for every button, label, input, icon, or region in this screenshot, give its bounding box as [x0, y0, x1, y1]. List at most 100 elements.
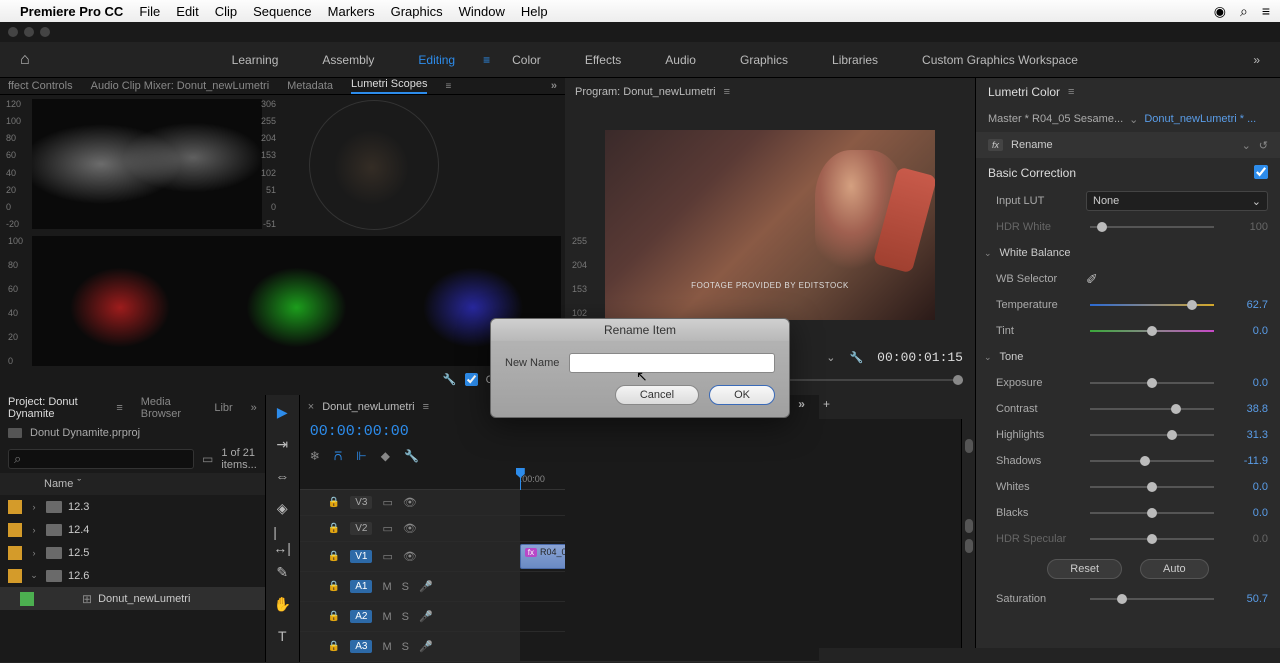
bin-row[interactable]: ›12.4	[0, 518, 265, 541]
menu-sequence[interactable]: Sequence	[253, 4, 312, 19]
workspace-editing[interactable]: Editing	[418, 53, 455, 67]
master-clip-label[interactable]: Master * R04_05 Sesame...	[988, 113, 1123, 125]
whites-slider[interactable]	[1090, 486, 1214, 488]
section-basic-correction[interactable]: Basic Correction	[976, 158, 1280, 188]
chevron-down-icon[interactable]: ⌄	[1129, 113, 1138, 126]
menu-edit[interactable]: Edit	[176, 4, 198, 19]
marker-icon[interactable]: ◆	[381, 449, 390, 463]
tab-program[interactable]: Program: Donut_newLumetri	[575, 86, 716, 98]
panel-menu-icon[interactable]: ≡	[423, 401, 429, 413]
creative-cloud-icon[interactable]: ◉	[1214, 3, 1226, 20]
hand-tool-icon[interactable]: ✋	[273, 595, 291, 613]
tab-project[interactable]: Project: Donut Dynamite	[8, 396, 98, 420]
menu-clip[interactable]: Clip	[215, 4, 237, 19]
chevron-right-icon[interactable]: ›	[28, 502, 40, 512]
settings-icon[interactable]: 🔧	[404, 449, 419, 463]
panel-menu-icon[interactable]: ≡	[116, 402, 122, 414]
column-header-name[interactable]: Name ˇ	[0, 473, 265, 495]
exposure-slider[interactable]	[1090, 382, 1214, 384]
workspace-graphics[interactable]: Graphics	[740, 53, 788, 67]
ripple-edit-tool-icon[interactable]: ⇔	[273, 467, 291, 485]
workspace-learning[interactable]: Learning	[232, 53, 279, 67]
menu-help[interactable]: Help	[521, 4, 548, 19]
tint-slider[interactable]	[1090, 330, 1214, 332]
tab-libraries[interactable]: Libr	[214, 402, 232, 414]
fx-badge[interactable]: fx	[988, 139, 1003, 151]
type-tool-icon[interactable]: T	[273, 627, 291, 645]
spotlight-icon[interactable]: ⌕	[1240, 3, 1248, 20]
workspace-overflow-icon[interactable]: »	[1253, 53, 1260, 67]
mic-icon[interactable]: 🎤	[419, 580, 433, 593]
mute-icon[interactable]: M	[382, 611, 391, 623]
input-lut-select[interactable]: None⌄	[1086, 191, 1268, 211]
add-marker-icon[interactable]: +	[823, 397, 830, 411]
mute-icon[interactable]: M	[382, 581, 391, 593]
reset-icon[interactable]: ↺	[1259, 139, 1268, 152]
workspace-effects[interactable]: Effects	[585, 53, 621, 67]
eye-icon[interactable]: 👁	[403, 522, 417, 535]
scrollbar-thumb[interactable]	[965, 439, 973, 453]
reset-button[interactable]: Reset	[1047, 559, 1122, 579]
blacks-slider[interactable]	[1090, 512, 1214, 514]
snap-icon[interactable]: ⩃	[334, 449, 342, 464]
lock-icon[interactable]: 🔒	[328, 551, 340, 562]
mute-icon[interactable]: M	[382, 641, 391, 653]
selection-tool-icon[interactable]: ▶	[273, 403, 291, 421]
lock-icon[interactable]: 🔒	[328, 581, 340, 592]
highlights-slider[interactable]	[1090, 434, 1214, 436]
insert-icon[interactable]: ❄	[310, 449, 320, 463]
auto-button[interactable]: Auto	[1140, 559, 1209, 579]
overflow-icon[interactable]: »	[798, 397, 805, 411]
program-monitor[interactable]: FOOTAGE PROVIDED BY EDITSTOCK	[565, 106, 975, 343]
eyedropper-icon[interactable]: ✐	[1086, 271, 1098, 288]
solo-icon[interactable]: S	[402, 581, 409, 593]
saturation-slider[interactable]	[1090, 598, 1214, 600]
sync-lock-icon[interactable]: ▭	[382, 522, 392, 535]
tabs-overflow-icon[interactable]: »	[251, 402, 257, 414]
sequence-item[interactable]: ⊞Donut_newLumetri	[0, 587, 265, 610]
lock-icon[interactable]: 🔒	[328, 611, 340, 622]
menu-file[interactable]: File	[139, 4, 160, 19]
tab-metadata[interactable]: Metadata	[287, 80, 333, 92]
timeline-tab[interactable]: Donut_newLumetri	[322, 401, 414, 413]
section-enable-checkbox[interactable]	[1254, 165, 1268, 179]
track-select-tool-icon[interactable]: ⇥	[273, 435, 291, 453]
panel-menu-icon[interactable]: ≡	[445, 81, 451, 92]
workspace-menu-icon[interactable]: ≡	[483, 53, 490, 67]
tab-effect-controls[interactable]: ffect Controls	[8, 80, 73, 92]
scrollbar-thumb[interactable]	[965, 539, 973, 553]
temperature-slider[interactable]	[1090, 304, 1214, 306]
tab-lumetri-scopes[interactable]: Lumetri Scopes	[351, 78, 427, 94]
menu-graphics[interactable]: Graphics	[391, 4, 443, 19]
solo-icon[interactable]: S	[402, 641, 409, 653]
razor-tool-icon[interactable]: ◈	[273, 499, 291, 517]
tab-media-browser[interactable]: Media Browser	[141, 396, 197, 420]
new-bin-icon[interactable]: ▭	[202, 452, 213, 466]
workspace-custom[interactable]: Custom Graphics Workspace	[922, 53, 1078, 67]
mic-icon[interactable]: 🎤	[419, 610, 433, 623]
panel-menu-icon[interactable]: ≡	[724, 86, 730, 98]
wrench-icon[interactable]: 🔧	[443, 373, 457, 386]
workspace-assembly[interactable]: Assembly	[322, 53, 374, 67]
close-window-icon[interactable]	[8, 27, 18, 37]
new-name-input[interactable]	[569, 353, 775, 373]
ok-button[interactable]: OK	[709, 385, 775, 405]
source-link[interactable]: Donut_newLumetri * ...	[1144, 113, 1256, 125]
tabs-overflow-icon[interactable]: »	[551, 80, 557, 92]
workspace-audio[interactable]: Audio	[665, 53, 696, 67]
chevron-down-icon[interactable]: ⌄	[1242, 139, 1251, 152]
slip-tool-icon[interactable]: |↔|	[273, 531, 291, 549]
app-name[interactable]: Premiere Pro CC	[20, 4, 123, 19]
linked-selection-icon[interactable]: ⊩	[356, 449, 366, 463]
chevron-down-icon[interactable]: ⌄	[984, 352, 992, 363]
chevron-right-icon[interactable]: ›	[28, 548, 40, 558]
fit-dropdown-icon[interactable]: ⌄	[826, 351, 835, 364]
sync-lock-icon[interactable]: ▭	[382, 550, 392, 563]
eye-icon[interactable]: 👁	[403, 496, 417, 509]
tab-audio-clip-mixer[interactable]: Audio Clip Mixer: Donut_newLumetri	[91, 80, 270, 92]
menu-window[interactable]: Window	[459, 4, 505, 19]
clamp-signal-checkbox[interactable]	[465, 373, 478, 386]
scrollbar-thumb[interactable]	[965, 519, 973, 533]
home-icon[interactable]: ⌂	[20, 51, 30, 69]
panel-menu-icon[interactable]: ≡	[1068, 86, 1074, 98]
